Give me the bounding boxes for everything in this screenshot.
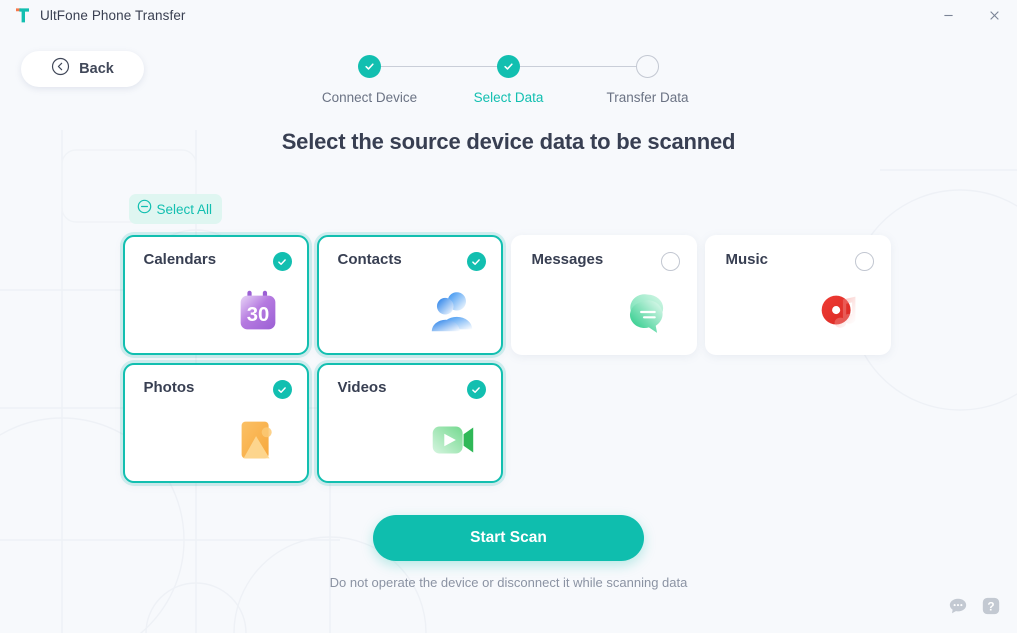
start-scan-button[interactable]: Start Scan	[373, 515, 644, 561]
select-all-label: Select All	[156, 201, 213, 217]
data-card-videos[interactable]: Videos	[316, 363, 503, 483]
step-label-transfer-data: Transfer Data	[606, 90, 689, 105]
data-card-checkbox-videos[interactable]	[466, 380, 486, 399]
step-label-connect-device: Connect Device	[321, 90, 418, 105]
minimize-button[interactable]	[925, 0, 971, 30]
app-title: UltFone Phone Transfer	[40, 7, 186, 23]
step-connector-1	[381, 65, 497, 68]
message-bubble-icon	[617, 283, 675, 341]
data-card-music[interactable]: Music	[704, 235, 891, 355]
step-dot-transfer-data	[636, 55, 659, 78]
minus-circle-icon	[137, 199, 152, 219]
feedback-chat-icon[interactable]	[948, 596, 968, 621]
contacts-icon	[423, 283, 481, 341]
calendar-day-number: 30	[246, 304, 269, 326]
data-card-label: Photos	[143, 379, 195, 396]
action-area: Start Scan Do not operate the device or …	[0, 515, 1017, 590]
data-card-label: Calendars	[143, 251, 217, 268]
data-card-label: Messages	[531, 251, 604, 268]
close-button[interactable]	[971, 0, 1017, 30]
data-card-contacts[interactable]: Contacts	[316, 235, 503, 355]
svg-text:?: ?	[987, 600, 994, 614]
calendar-icon: 30	[229, 283, 287, 341]
floating-tools: ?	[948, 596, 1001, 621]
data-card-messages[interactable]: Messages	[510, 235, 697, 355]
data-card-checkbox-contacts[interactable]	[466, 252, 486, 271]
data-card-label: Contacts	[337, 251, 402, 268]
step-dot-connect-device	[358, 55, 381, 78]
step-dot-select-data	[497, 55, 520, 78]
back-button[interactable]: Back	[21, 51, 144, 87]
window-controls	[925, 0, 1017, 30]
data-card-label: Videos	[337, 379, 387, 396]
data-card-checkbox-messages[interactable]	[660, 252, 680, 271]
data-card-calendars[interactable]: Calendars 30	[122, 235, 309, 355]
data-card-checkbox-photos[interactable]	[272, 380, 292, 399]
select-all-toggle[interactable]: Select All	[128, 194, 223, 224]
title-bar: UltFone Phone Transfer	[0, 0, 1017, 30]
music-disc-icon	[811, 283, 869, 341]
scan-hint-text: Do not operate the device or disconnect …	[329, 575, 688, 590]
data-card-checkbox-calendars[interactable]	[272, 252, 292, 271]
arrow-left-circle-icon	[51, 57, 70, 81]
content-area: Select All Calendars 30 Contacts Message…	[122, 155, 895, 483]
data-card-label: Music	[725, 251, 769, 268]
data-type-card-grid: Calendars 30 Contacts Messages Music Pho…	[122, 235, 895, 483]
progress-stepper: Connect Device Select Data Transfer Data	[299, 55, 719, 113]
back-button-label: Back	[79, 61, 114, 77]
data-card-checkbox-music[interactable]	[854, 252, 874, 271]
page-title: Select the source device data to be scan…	[281, 129, 736, 154]
ultfone-logo-icon	[14, 7, 31, 24]
step-connector-2	[520, 65, 636, 68]
video-camera-icon	[423, 411, 481, 469]
step-label-select-data: Select Data	[473, 90, 544, 105]
photo-icon	[229, 411, 287, 469]
help-question-icon[interactable]: ?	[981, 596, 1001, 621]
data-card-photos[interactable]: Photos	[122, 363, 309, 483]
